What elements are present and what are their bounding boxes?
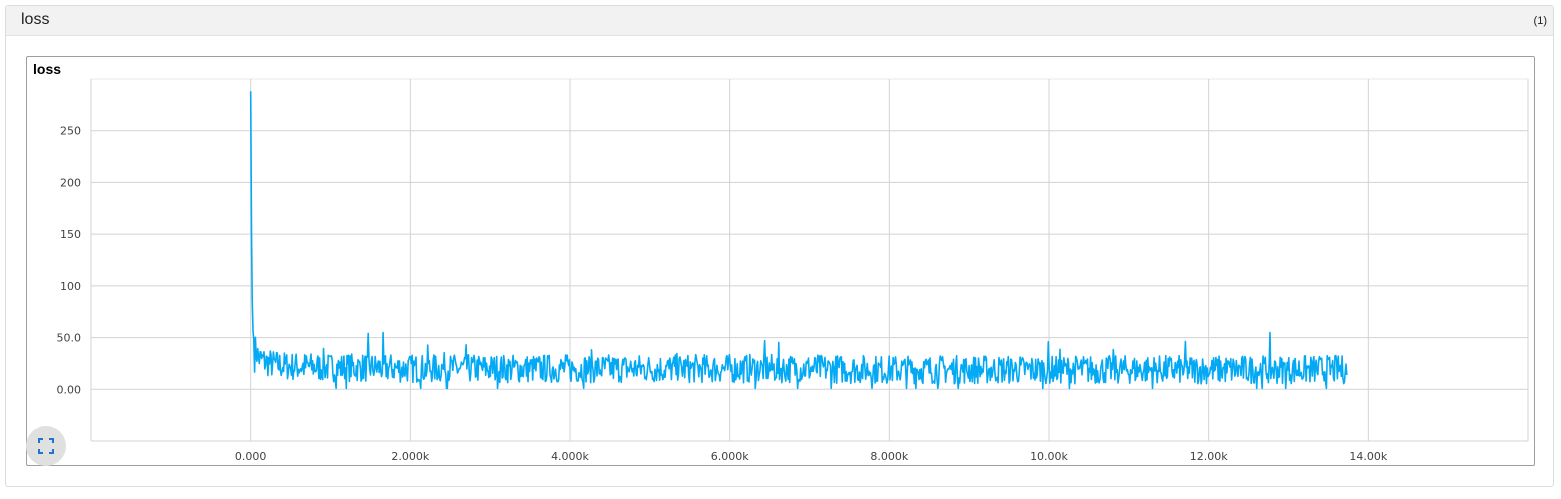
loss-series-line xyxy=(249,91,1348,390)
chart-container: loss 0.00 50.0 100 150 200 250 0.000 2.000k 4.00… xyxy=(26,56,1535,466)
x-tick-label: 10.00k xyxy=(1030,450,1068,463)
fullscreen-icon xyxy=(38,438,54,454)
x-tick-label: 0.000 xyxy=(235,450,267,463)
x-tick-label: 4.000k xyxy=(551,450,589,463)
x-tick-label: 2.000k xyxy=(391,450,429,463)
x-tick-label: 8.000k xyxy=(870,450,908,463)
x-tick-label: 6.000k xyxy=(711,450,749,463)
y-tick-label: 250 xyxy=(60,125,81,138)
y-tick-label: 150 xyxy=(60,228,81,241)
loss-chart[interactable]: 0.00 50.0 100 150 200 250 0.000 2.000k 4.000k 6.0… xyxy=(27,57,1534,465)
y-tick-label: 100 xyxy=(60,280,81,293)
x-tick-label: 14.00k xyxy=(1349,450,1387,463)
expand-button[interactable] xyxy=(26,426,66,466)
y-tick-label: 0.00 xyxy=(57,383,82,396)
card-count: (1) xyxy=(1533,15,1547,27)
y-tick-label: 200 xyxy=(60,176,81,189)
y-tick-label: 50.0 xyxy=(57,332,82,345)
x-tick-label: 12.00k xyxy=(1190,450,1228,463)
card-title: loss xyxy=(21,11,50,28)
card-header[interactable]: loss (1) xyxy=(6,6,1553,36)
